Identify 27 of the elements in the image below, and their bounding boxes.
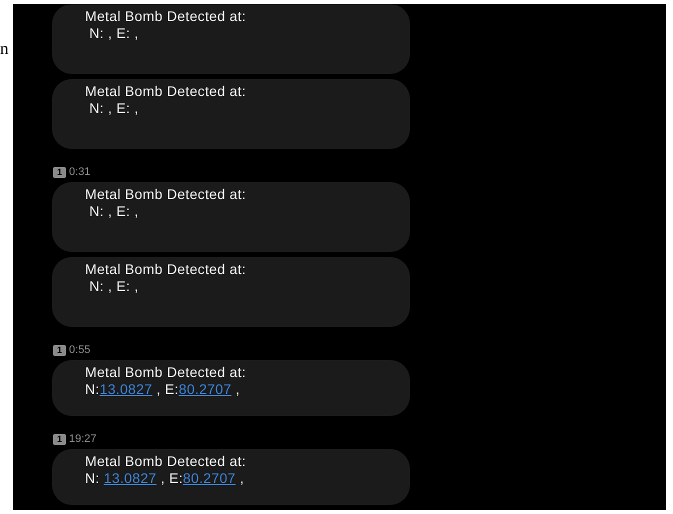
sim-badge: 1 [53,345,66,356]
message-text: Metal Bomb Detected at: [85,261,247,278]
sim-badge: 1 [53,167,66,178]
coordinate-text: N: [85,470,101,487]
coordinate-text: N: , E: , [88,203,139,220]
coordinate-text: N: , E: , [88,25,139,42]
message-text: Metal Bomb Detected at: [85,8,247,25]
coordinate-text: , E: [156,381,179,398]
coordinate-text: N: , E: , [88,278,139,295]
coordinate-link[interactable]: 13.0827 [100,381,152,398]
message-time: 0:55 [69,344,90,357]
message-time: 0:31 [69,166,90,179]
coordinate-link[interactable]: 13.0827 [104,470,157,487]
coordinate-link[interactable]: 80.2707 [182,470,236,487]
message-text: Metal Bomb Detected at: [85,186,247,203]
margin-text: n [0,38,10,60]
message-time: 19:27 [69,433,97,446]
message-text: Metal Bomb Detected at: [85,453,247,470]
message-text: Metal Bomb Detected at: [85,364,247,381]
sim-badge: 1 [53,434,66,445]
coordinate-text: N: [85,381,100,398]
coordinate-text: , [238,470,244,487]
coordinate-text: N: , E: , [88,100,139,117]
coordinate-text: , E: [160,470,183,487]
coordinate-text: , [234,381,240,398]
coordinate-link[interactable]: 80.2707 [178,381,232,398]
message-text: Metal Bomb Detected at: [85,83,247,100]
